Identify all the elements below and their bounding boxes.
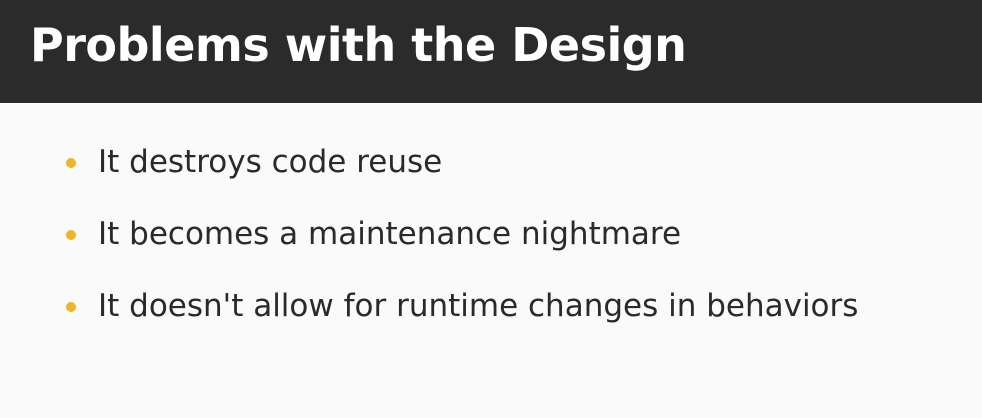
slide-title: Problems with the Design: [30, 18, 687, 72]
bullet-text: It doesn't allow for runtime changes in …: [98, 288, 859, 324]
bullet-dot-icon: [66, 302, 76, 312]
bullet-dot-icon: [66, 158, 76, 168]
bullet-item: It doesn't allow for runtime changes in …: [66, 282, 858, 354]
bullet-dot-icon: [66, 230, 76, 240]
bullet-text: It destroys code reuse: [98, 144, 443, 180]
bullet-list: It destroys code reuse It becomes a main…: [66, 138, 858, 354]
bullet-text: It becomes a maintenance nightmare: [98, 216, 682, 252]
slide: Problems with the Design It destroys cod…: [0, 0, 982, 418]
title-bar: Problems with the Design: [0, 0, 982, 103]
bullet-item: It destroys code reuse: [66, 138, 858, 210]
bullet-item: It becomes a maintenance nightmare: [66, 210, 858, 282]
